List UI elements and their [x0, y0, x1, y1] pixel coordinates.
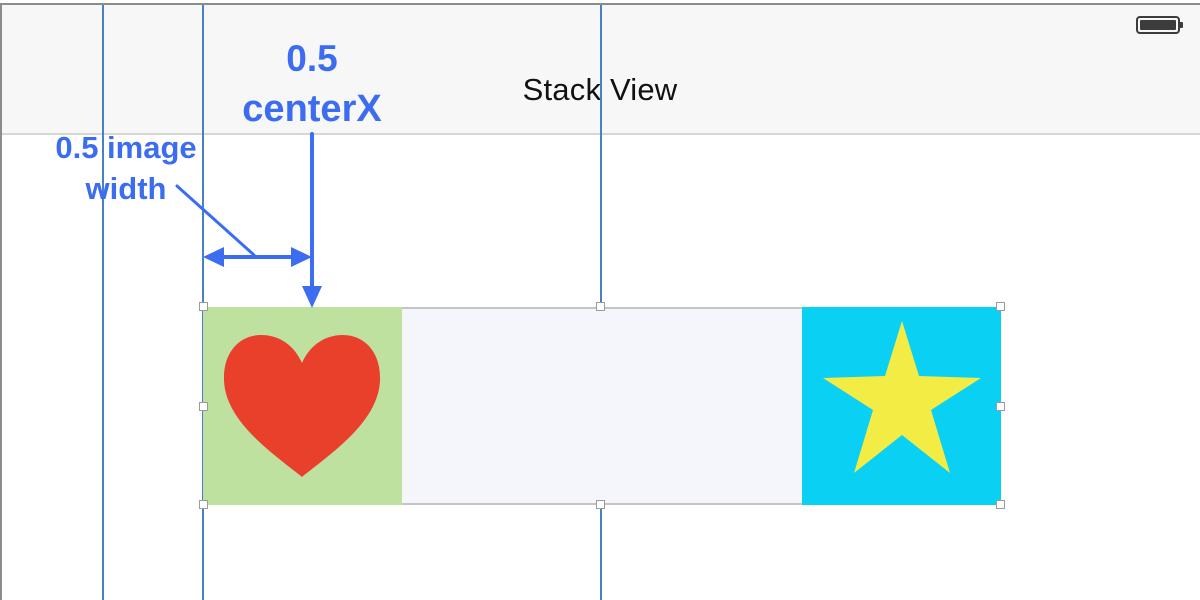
storyboard-canvas: Stack View 0.5 centerX 0.5 image width [0, 0, 1200, 600]
width-arrowhead-right [291, 247, 312, 267]
centerx-multiplier-label: 0.5 [286, 38, 338, 79]
image-width-label-line1: 0.5 image [55, 130, 197, 165]
centerx-label: centerX [242, 88, 382, 130]
centerx-arrowhead [302, 286, 322, 308]
width-arrowhead-left [203, 247, 224, 267]
image-width-label-line2: width [85, 171, 167, 206]
annotation-overlay [175, 132, 322, 308]
